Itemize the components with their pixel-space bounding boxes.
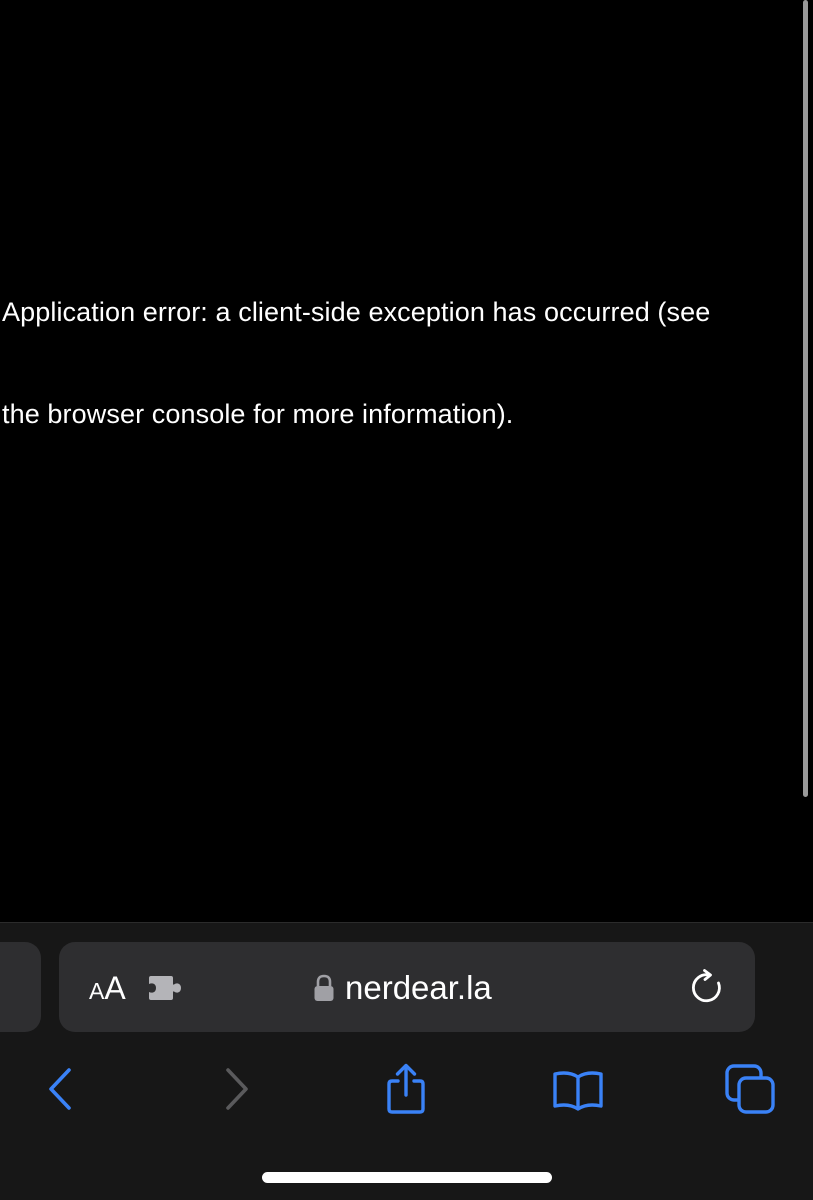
url-display[interactable]: nerdear.la [313,968,492,1008]
home-indicator[interactable] [262,1172,552,1183]
bookmarks-icon [553,1071,603,1111]
lock-icon [314,974,334,1001]
back-button[interactable] [32,1061,88,1117]
bookmarks-button[interactable] [550,1061,606,1117]
previous-tab-preview[interactable] [0,942,41,1032]
error-message-line-2: the browser console for more information… [2,399,514,429]
reader-settings-large-a: A [104,970,126,1006]
browser-window: Application error: a client-side excepti… [0,0,813,1200]
share-icon [387,1063,425,1114]
chevron-left-icon [49,1068,71,1110]
error-message-line-1: Application error: a client-side excepti… [2,297,711,327]
tabs-icon [725,1064,775,1114]
reload-icon[interactable] [690,969,726,1007]
forward-button[interactable] [209,1061,265,1117]
safari-toolbar: AA nerdear.la [0,922,813,1200]
scrollbar[interactable] [803,0,808,797]
url-text: nerdear.la [345,969,492,1006]
tabs-button[interactable] [722,1061,778,1117]
reader-settings-small-a: A [89,978,105,1004]
address-bar[interactable]: AA nerdear.la [59,942,755,1032]
reader-settings-button[interactable]: AA [89,970,126,1006]
puzzle-piece-icon[interactable] [147,974,183,1002]
share-button[interactable] [378,1061,434,1117]
web-content: Application error: a client-side excepti… [0,0,813,922]
chevron-right-icon [226,1068,248,1110]
